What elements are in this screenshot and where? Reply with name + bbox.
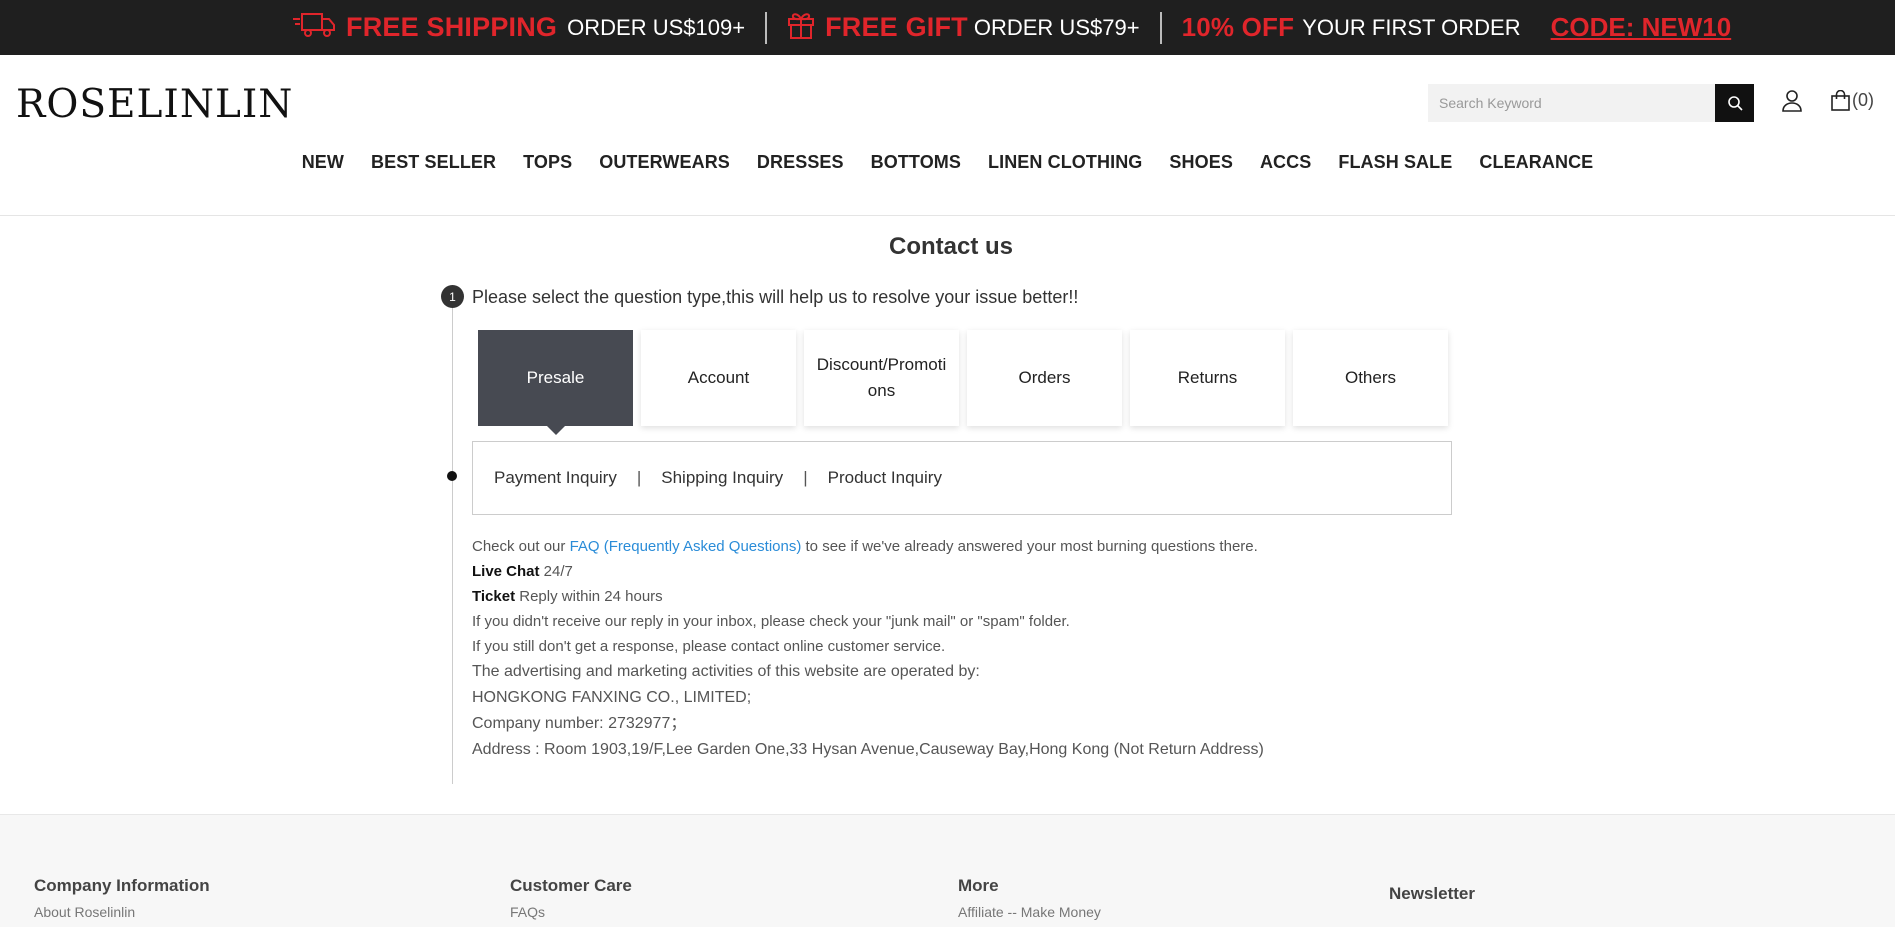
site-footer: Company Information About Roselinlin Cus…: [0, 814, 1895, 927]
nav-item-accs[interactable]: ACCS: [1260, 152, 1311, 173]
user-icon: [1782, 90, 1802, 112]
subtype-separator: |: [636, 468, 642, 487]
footer-link-about[interactable]: About Roselinlin: [34, 904, 210, 920]
nav-item-tops[interactable]: TOPS: [523, 152, 572, 173]
promo-gift-text: ORDER US$79+: [973, 14, 1140, 40]
header-divider: [0, 215, 1895, 216]
company-number: Company number: 2732977；: [472, 715, 687, 732]
step-title: Please select the question type,this wil…: [472, 287, 1079, 307]
subtype-shipping-inquiry[interactable]: Shipping Inquiry: [661, 468, 783, 488]
operated-by-text: The advertising and marketing activities…: [472, 663, 980, 680]
footer-heading: Customer Care: [510, 876, 632, 895]
nav-item-linen-clothing[interactable]: LINEN CLOTHING: [988, 152, 1142, 173]
ticket-line: Ticket Reply within 24 hours: [472, 588, 1264, 613]
company-address: Address : Room 1903,19/F,Lee Garden One,…: [472, 741, 1264, 758]
footer-heading: Company Information: [34, 876, 210, 895]
promo-shipping-title: FREE SHIPPING: [346, 12, 558, 42]
search-bar: [1428, 84, 1754, 122]
promo-code[interactable]: CODE: NEW10: [1551, 12, 1732, 43]
faq-line: Check out our FAQ (Frequently Asked Ques…: [472, 538, 1264, 563]
footer-link-affiliate[interactable]: Affiliate -- Make Money: [958, 904, 1101, 920]
subtype-separator: |: [803, 468, 808, 487]
promo-off-text: YOUR FIRST ORDER: [1302, 14, 1521, 40]
nav-item-outerwears[interactable]: OUTERWEARS: [599, 152, 730, 173]
site-logo[interactable]: ROSELINLIN: [16, 82, 293, 127]
promo-divider: [765, 11, 768, 44]
footer-column-customer-care: Customer Care FAQs: [510, 876, 632, 920]
nav-item-flash-sale[interactable]: FLASH SALE: [1338, 152, 1452, 173]
delivery-truck-icon: [292, 10, 336, 45]
nav-item-new[interactable]: NEW: [302, 152, 344, 173]
promo-off-title: 10% OFF: [1181, 12, 1295, 42]
subtype-payment-inquiry[interactable]: Payment Inquiry: [494, 468, 617, 488]
shopping-bag-icon: [1831, 90, 1850, 111]
cart-count: (0): [1852, 90, 1874, 110]
promo-bar: FREE SHIPPING ORDER US$109+ FREE GIFT OR…: [0, 0, 1895, 55]
junk-mail-note: If you didn't receive our reply in your …: [472, 613, 1070, 630]
question-type-orders[interactable]: Orders: [967, 330, 1122, 426]
promo-shipping-text: ORDER US$109+: [567, 14, 746, 40]
live-chat-line: Live Chat 24/7: [472, 563, 1264, 588]
search-input[interactable]: [1428, 84, 1715, 122]
question-type-returns[interactable]: Returns: [1130, 330, 1285, 426]
account-button[interactable]: [1782, 90, 1802, 117]
page-title: Contact us: [888, 233, 1013, 260]
step-dot: [447, 471, 457, 481]
question-type-presale[interactable]: Presale: [478, 330, 633, 435]
cart-button[interactable]: (0): [1831, 90, 1874, 111]
nav-item-bottoms[interactable]: BOTTOMS: [871, 152, 961, 173]
search-button[interactable]: [1715, 84, 1754, 122]
live-chat-value: 24/7: [539, 563, 573, 580]
ticket-value: Reply within 24 hours: [515, 588, 663, 605]
main-nav: NEW BEST SELLER TOPS OUTERWEARS DRESSES …: [0, 152, 1895, 173]
footer-column-newsletter: Newsletter: [1389, 884, 1475, 904]
footer-column-more: More Affiliate -- Make Money: [958, 876, 1101, 920]
faq-prefix: Check out our: [472, 538, 570, 555]
nav-item-shoes[interactable]: SHOES: [1169, 152, 1233, 173]
step-number-badge: 1: [441, 285, 464, 308]
promo-gift-title: FREE GIFT: [825, 12, 968, 42]
subtype-box: Payment Inquiry | Shipping Inquiry | Pro…: [472, 441, 1452, 515]
subtype-product-inquiry[interactable]: Product Inquiry: [828, 468, 942, 488]
question-type-discount[interactable]: Discount/Promotions: [804, 330, 959, 426]
question-type-account[interactable]: Account: [641, 330, 796, 426]
search-icon: [1727, 96, 1743, 111]
nav-item-best-seller[interactable]: BEST SELLER: [371, 152, 496, 173]
gift-icon: [787, 10, 815, 45]
footer-column-company: Company Information About Roselinlin: [34, 876, 210, 920]
question-type-list: Presale Account Discount/Promotions Orde…: [478, 330, 1448, 435]
promo-divider: [1159, 11, 1162, 44]
ticket-label[interactable]: Ticket: [472, 588, 515, 605]
step-timeline: [452, 297, 453, 784]
company-name: HONGKONG FANXING CO., LIMITED;: [472, 689, 752, 706]
faq-suffix: to see if we've already answered your mo…: [801, 538, 1258, 555]
faq-link[interactable]: FAQ (Frequently Asked Questions): [570, 538, 802, 555]
response-note: If you still don't get a response, pleas…: [472, 638, 946, 655]
footer-link-faqs[interactable]: FAQs: [510, 904, 632, 920]
nav-item-dresses[interactable]: DRESSES: [757, 152, 844, 173]
nav-item-clearance[interactable]: CLEARANCE: [1479, 152, 1593, 173]
live-chat-label[interactable]: Live Chat: [472, 563, 540, 580]
footer-heading: Newsletter: [1389, 884, 1475, 903]
contact-info: Check out our FAQ (Frequently Asked Ques…: [472, 538, 1264, 767]
question-type-others[interactable]: Others: [1293, 330, 1448, 426]
footer-heading: More: [958, 876, 999, 895]
